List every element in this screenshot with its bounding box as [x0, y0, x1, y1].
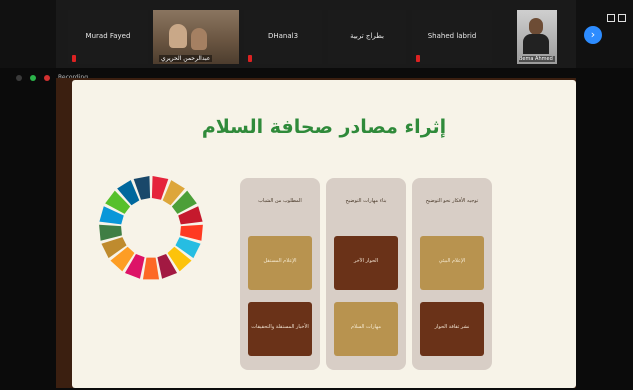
column-header: توجيه الأفكار نحو التوضيح [425, 198, 479, 204]
participant-name: Shahed labrid [427, 32, 477, 40]
slide-column: بناء مهارات التوضيح الحوار الآخر مهارات … [326, 178, 406, 370]
slide-card: نشر ثقافة الحوار [420, 302, 484, 356]
slide-column: المطلوب من الشباب الإعلام المستقل الأخبا… [240, 178, 320, 370]
participant-name: عبدالرحمن الحريري [159, 55, 213, 62]
participant-name: Bema Ahmed [519, 56, 555, 62]
participant-strip: Murad Fayed عبدالرحمن الحريري DHanal3 بط… [0, 0, 633, 68]
person-figure [523, 34, 549, 54]
grid-view-icon[interactable] [607, 14, 629, 28]
card-label: الحوار الآخر [353, 258, 379, 264]
card-label: الإعلام البيئي [438, 258, 466, 264]
slide-title: إثراء مصادر صحافة السلام [201, 116, 447, 138]
mic-muted-icon [416, 55, 420, 62]
chevron-right-icon[interactable]: › [584, 26, 602, 44]
person-figure [191, 28, 207, 50]
slide-card: الأخبار المستقلة والتحقيقات [248, 302, 312, 356]
slide-card: الإعلام المستقل [248, 236, 312, 290]
participant-name: DHanal3 [267, 32, 299, 40]
record-icon [44, 75, 50, 81]
person-figure [529, 18, 543, 35]
participant-video-tile[interactable]: Bema Ahmed [517, 10, 557, 64]
mic-muted-icon [72, 55, 76, 62]
column-header: المطلوب من الشباب [258, 198, 302, 204]
participant-video-tile[interactable]: عبدالرحمن الحريري [153, 10, 239, 64]
card-label: مهارات السلام [350, 324, 382, 330]
participant-name: Murad Fayed [85, 32, 131, 40]
sdg-wheel-logo [99, 176, 203, 280]
slide-card: مهارات السلام [334, 302, 398, 356]
card-label: الإعلام المستقل [263, 258, 297, 264]
participant-tile[interactable]: DHanal3 [244, 10, 322, 64]
column-header: بناء مهارات التوضيح [345, 198, 387, 204]
status-dot [16, 75, 22, 81]
connection-status-icon [30, 75, 36, 81]
participant-tile[interactable]: Shahed labrid [412, 10, 492, 64]
zoom-meeting-window: Murad Fayed عبدالرحمن الحريري DHanal3 بط… [0, 0, 633, 390]
slide-column: توجيه الأفكار نحو التوضيح الإعلام البيئي… [412, 178, 492, 370]
person-figure [169, 24, 187, 48]
participant-name: بطراج تربية [350, 32, 384, 40]
slide-card: الحوار الآخر [334, 236, 398, 290]
wheel-segment [142, 257, 160, 280]
slide-card: الإعلام البيئي [420, 236, 484, 290]
participant-tile[interactable]: بطراج تربية [328, 10, 406, 64]
card-label: الأخبار المستقلة والتحقيقات [251, 324, 309, 330]
mic-muted-icon [248, 55, 252, 62]
participant-tile[interactable]: Murad Fayed [68, 10, 148, 64]
card-label: نشر ثقافة الحوار [434, 324, 470, 330]
